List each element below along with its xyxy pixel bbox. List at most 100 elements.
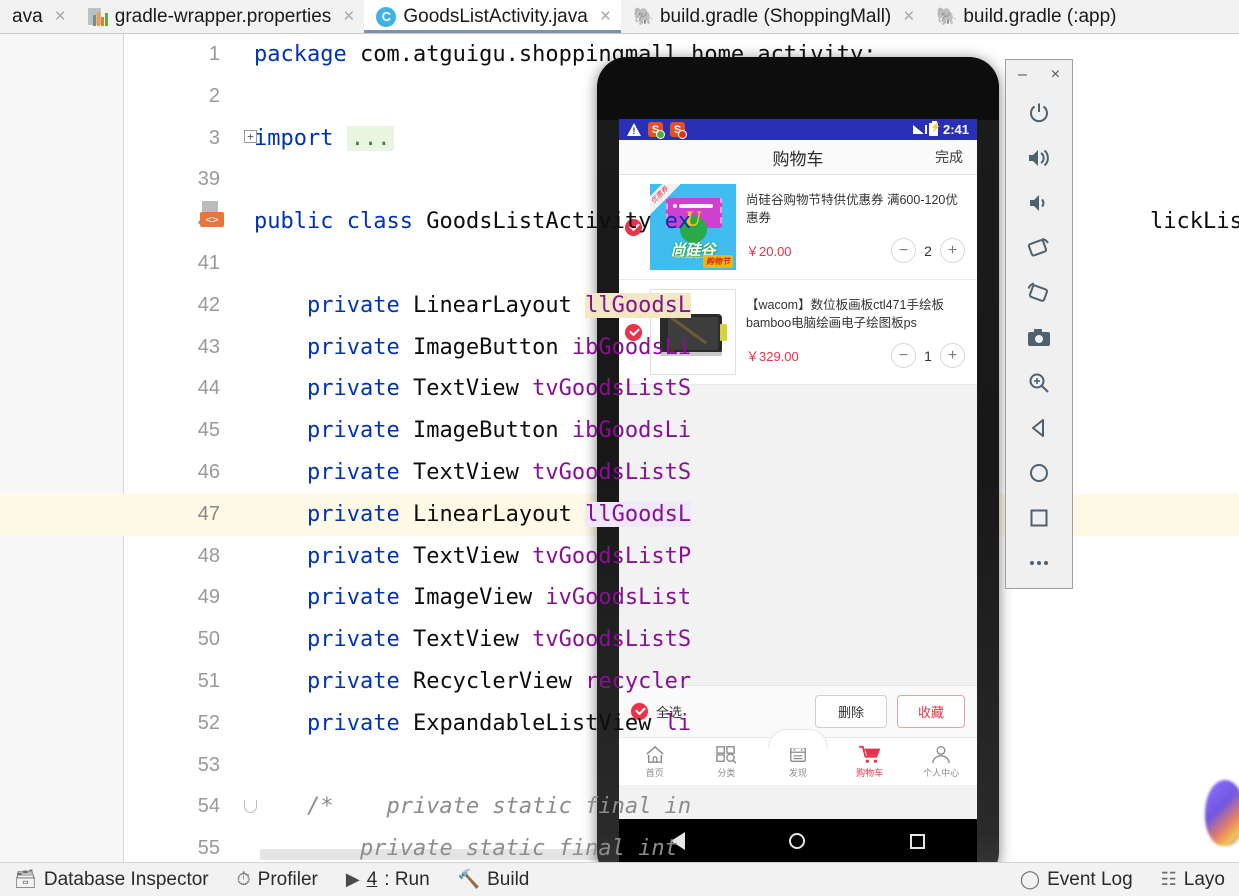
decrease-quantity-button[interactable]: − [891, 238, 916, 263]
status-profiler[interactable]: ⏱ Profiler [223, 869, 332, 891]
line-number: 45 [197, 419, 220, 442]
tab-gradle-wrapper-properties[interactable]: gradle-wrapper.properties × [76, 0, 365, 33]
increase-quantity-button[interactable]: + [940, 238, 965, 263]
signal-icon [912, 125, 927, 134]
increase-quantity-button[interactable]: + [940, 343, 965, 368]
tab-goodslistactivity-java[interactable]: C GoodsListActivity.java × [364, 0, 621, 33]
hammer-icon: 🔨 [457, 869, 481, 889]
package-path: com.atguigu.shoppingmall.home.activity; [346, 42, 877, 67]
kw-extends-partial: ex [664, 209, 692, 235]
sogou-ime-icon: S [648, 122, 665, 139]
kw-private: private [306, 543, 400, 569]
tab-build-gradle-shoppingmall[interactable]: 🐘 build.gradle (ShoppingMall) × [621, 0, 924, 33]
kw-private: private [306, 585, 400, 611]
line-content: private TextView tvGoodsListP [254, 536, 691, 578]
tab-label: build.gradle (:app) [963, 5, 1117, 27]
status-event-log[interactable]: ◯ Event Log [1006, 869, 1147, 891]
tab-build-gradle-app[interactable]: 🐘 build.gradle (:app) [924, 0, 1126, 33]
layout-editor-gutter-icon[interactable]: <> [200, 201, 226, 228]
profiler-icon: ⏱ [236, 869, 251, 889]
fold-expand-icon[interactable]: + [244, 129, 257, 143]
field-type: ExpandableListView [399, 710, 665, 736]
close-icon[interactable]: × [343, 6, 354, 28]
person-icon [932, 745, 950, 763]
tab-profile[interactable]: 个人中心 [905, 738, 977, 785]
emulator-home-button[interactable] [1006, 450, 1072, 495]
code-line: 54 /* private static final in [124, 786, 1239, 828]
field-name: tvGoodsListS [532, 627, 692, 653]
code-line: 51 private RecyclerView recycler [124, 661, 1239, 703]
screenshot-button[interactable] [1006, 315, 1072, 360]
minimize-icon[interactable]: – [1018, 66, 1027, 84]
field-type: RecyclerView [399, 668, 586, 694]
favorite-button[interactable]: 收藏 [896, 695, 965, 728]
field-name: llGoodsL [585, 501, 692, 527]
tab-home[interactable]: 首页 [619, 738, 691, 785]
line-number: 51 [197, 669, 220, 692]
emulator-overview-button[interactable] [1006, 495, 1072, 540]
product-info: 【wacom】数位板画板ctl471手绘板bamboo电脑绘画电子绘图板ps ￥… [744, 296, 967, 368]
emulator-back-button[interactable] [1006, 405, 1072, 450]
zoom-button[interactable] [1006, 360, 1072, 405]
status-layout-inspector[interactable]: ☷ Layo [1147, 869, 1239, 891]
rotate-right-button[interactable] [1006, 270, 1072, 315]
status-build[interactable]: 🔨 Build [444, 869, 544, 891]
editor-tab-bar: ava × gradle-wrapper.properties × C Good… [0, 0, 1239, 34]
emulator-more-button[interactable] [1006, 540, 1072, 585]
event-log-icon: ◯ [1019, 869, 1041, 889]
status-label: Profiler [257, 868, 318, 890]
recents-square-icon[interactable] [909, 833, 925, 849]
folded-imports[interactable]: ... [346, 125, 395, 151]
tab-label: 个人中心 [923, 767, 960, 778]
volume-down-button[interactable] [1006, 180, 1072, 225]
tab-label: GoodsListActivity.java [403, 5, 588, 27]
page-title: 购物车 [772, 149, 824, 169]
field-name: li [664, 710, 692, 736]
kw-private: private [306, 418, 400, 444]
field-name: tvGoodsListS [532, 376, 692, 402]
discover-icon [790, 746, 806, 762]
kw-package: package [254, 42, 347, 67]
done-button[interactable]: 完成 [935, 147, 963, 167]
emulator-toolbar[interactable]: – × [1005, 59, 1073, 589]
status-database-inspector[interactable]: 🗃 Database Inspector [0, 869, 223, 891]
status-run[interactable]: ▶ 4: Run [332, 869, 444, 891]
decrease-quantity-button[interactable]: − [891, 343, 916, 368]
product-price: ￥329.00 [746, 349, 799, 364]
tab-cart[interactable]: 购物车 [834, 738, 906, 785]
quantity-stepper[interactable]: − 1 + [891, 343, 967, 368]
price-and-stepper-row: ￥329.00 − 1 + [746, 343, 967, 368]
power-button[interactable] [1006, 90, 1072, 135]
line-content: private TextView tvGoodsListS [254, 452, 691, 494]
line-number: 1 [208, 43, 220, 65]
delete-button[interactable]: 删除 [814, 695, 887, 728]
line-content: private TextView tvGoodsListS [254, 368, 691, 410]
thumb-badge-text: 购物节 [703, 255, 733, 268]
volume-up-button[interactable] [1006, 135, 1072, 180]
home-circle-icon[interactable] [789, 833, 806, 849]
product-name[interactable]: 【wacom】数位板画板ctl471手绘板bamboo电脑绘画电子绘图板ps [746, 298, 944, 330]
close-icon[interactable]: × [903, 6, 914, 28]
line-number: 49 [197, 586, 220, 609]
tab-category[interactable]: 分类 [691, 738, 763, 785]
class-name: GoodsListActivity [412, 209, 665, 235]
tab-java-truncated[interactable]: ava × [0, 0, 76, 33]
close-icon[interactable]: × [1051, 66, 1060, 84]
quantity-stepper[interactable]: − 2 + [891, 238, 967, 263]
line-content: private ImageView ivGoodsList [254, 577, 691, 619]
line-content: private static final int [254, 828, 691, 862]
field-name: tvGoodsListP [532, 543, 692, 569]
close-icon[interactable]: × [55, 6, 66, 28]
product-name[interactable]: 尚硅谷购物节特供优惠券 满600-120优惠券 [746, 193, 958, 225]
line-number: 47 [197, 502, 220, 525]
fold-collapse-icon[interactable] [244, 800, 257, 814]
rotate-left-button[interactable] [1006, 225, 1072, 270]
gutter-marker-label: <> [200, 212, 224, 228]
product-price: ￥20.00 [746, 244, 792, 259]
editor-gutter[interactable] [0, 34, 124, 862]
tab-discover[interactable]: 发现 [762, 738, 834, 785]
close-icon[interactable]: × [600, 6, 611, 28]
category-icon [716, 745, 737, 764]
status-label: Layo [1183, 868, 1225, 890]
properties-file-icon [87, 7, 108, 27]
